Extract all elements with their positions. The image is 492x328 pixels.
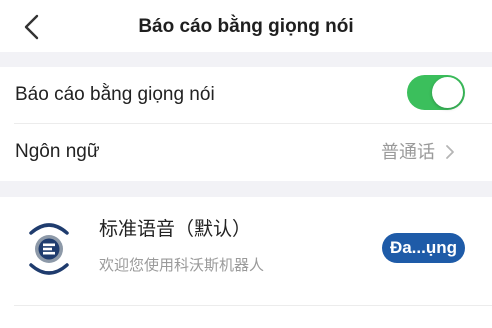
toggle-knob — [432, 77, 463, 108]
language-label: Ngôn ngữ — [15, 141, 100, 162]
voice-report-toggle[interactable] — [407, 75, 465, 110]
voice-pack-item[interactable]: 标准语音（默认） 欢迎您使用科沃斯机器人 Đa...ụng — [0, 197, 492, 305]
voice-pack-logo-icon — [26, 220, 72, 278]
row-divider — [14, 305, 492, 306]
voice-report-row: Báo cáo bằng giọng nói — [0, 67, 492, 123]
voice-pack-description: 欢迎您使用科沃斯机器人 — [99, 257, 265, 274]
in-use-status-button[interactable]: Đa...ụng — [381, 233, 465, 263]
nav-bar: Báo cáo bằng giọng nói — [0, 0, 492, 52]
voice-report-label: Báo cáo bằng giọng nói — [15, 84, 215, 105]
language-value: 普通话 — [381, 142, 435, 162]
page-title: Báo cáo bằng giọng nói — [138, 16, 354, 37]
section-separator — [0, 52, 492, 67]
language-row[interactable]: Ngôn ngữ 普通话 — [0, 124, 492, 181]
voice-pack-name: 标准语音（默认） — [99, 219, 252, 240]
section-separator — [0, 181, 492, 197]
chevron-right-icon — [444, 144, 456, 160]
